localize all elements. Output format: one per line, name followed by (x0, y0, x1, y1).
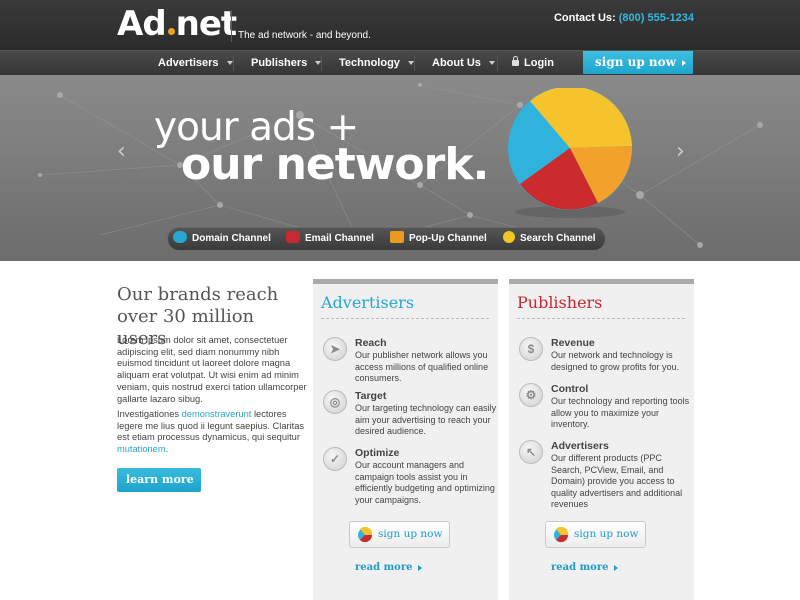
nav-advertisers-label: Advertisers (158, 57, 219, 69)
nav-about-us[interactable]: About Us (432, 51, 495, 75)
email-icon (286, 231, 300, 244)
advertisers-read-more-link[interactable]: read more (355, 562, 423, 573)
logo-text: Ad (117, 4, 167, 44)
nav-about-label: About Us (432, 57, 481, 69)
channel-bar: Domain Channel Email Channel Pop-Up Chan… (167, 227, 606, 251)
feature-body: Our different products (PPC Search, PCVi… (551, 453, 683, 509)
nav-divider (321, 55, 322, 71)
publishers-read-more-link[interactable]: read more (551, 562, 619, 573)
feature-body: Our network and technology is designed t… (551, 350, 680, 372)
feature-body: Our targeting technology can easily aim … (355, 403, 497, 436)
intro-paragraph-2: Investigationes demonstraverunt lectores… (117, 409, 312, 456)
pie-logo-icon (554, 527, 569, 543)
search-icon (503, 231, 515, 244)
logo-dot (167, 28, 175, 35)
advertisers-title: Advertisers (321, 293, 415, 312)
channel-email-label: Email Channel (305, 233, 374, 244)
learn-more-button[interactable]: learn more (117, 468, 201, 507)
nav-technology[interactable]: Technology (339, 51, 414, 75)
pie-graphic (508, 88, 633, 218)
logo-suffix: net (175, 4, 238, 44)
intro-text: Investigationes (117, 409, 182, 419)
feature-body: Our publisher network allows you access … (355, 350, 489, 383)
nav-publishers-label: Publishers (251, 57, 308, 69)
arrow-right-icon (418, 564, 423, 571)
cursor-icon: ↖ (519, 440, 543, 464)
feature-title: Optimize (355, 447, 400, 459)
advertisers-signup-button[interactable]: sign up now (349, 521, 450, 548)
channel-search-label: Search Channel (520, 233, 596, 244)
www-icon (173, 231, 187, 244)
tagline: The ad network - and beyond. (238, 30, 371, 41)
channel-popup-label: Pop-Up Channel (409, 233, 487, 244)
arrow-right-icon (681, 59, 686, 66)
nav-login[interactable]: Login (512, 51, 554, 75)
feature-title: Advertisers (551, 440, 609, 452)
publishers-panel: Publishers $ Revenue Our network and tec… (509, 279, 694, 600)
contact-phone[interactable]: (800) 555-1234 (619, 12, 694, 24)
pie-logo-icon (358, 527, 373, 543)
dollar-icon: $ (519, 337, 543, 361)
intro-paragraph-1: Lorem ipsum dolor sit amet, consectetuer… (117, 335, 307, 404)
contact-info: Contact Us: (800) 555-1234 (554, 12, 694, 24)
publishers-title: Publishers (517, 293, 603, 312)
checkmark-icon: ✓ (323, 447, 347, 471)
channel-email[interactable]: Email Channel (286, 228, 374, 250)
signup-label: sign up now (574, 528, 639, 540)
carousel-prev-arrow[interactable]: ‹ (117, 139, 126, 164)
learn-more-label: learn more (126, 473, 194, 486)
gear-icon: ⚙ (519, 383, 543, 407)
feature-title: Control (551, 383, 589, 395)
nav-divider (497, 55, 498, 71)
signup-label: sign up now (595, 55, 676, 69)
channel-search[interactable]: Search Channel (503, 228, 596, 250)
intro-text: . (165, 444, 169, 455)
nav-divider (414, 55, 415, 71)
contact-label: Contact Us: (553, 12, 616, 24)
feature-body: Our account managers and campaign tools … (355, 460, 495, 505)
arrow-right-icon (614, 564, 619, 571)
arrow-right-icon (132, 501, 136, 507)
hero-headline-line2: our network. (181, 139, 489, 190)
nav-publishers[interactable]: Publishers (251, 51, 322, 75)
logo[interactable]: Ad net (117, 4, 238, 44)
publishers-signup-button[interactable]: sign up now (545, 521, 646, 548)
target-icon: ◎ (323, 390, 347, 414)
top-header: Ad net The ad network - and beyond. Conta… (0, 0, 800, 50)
channel-domain-label: Domain Channel (192, 233, 271, 244)
chevron-down-icon (226, 61, 233, 66)
link-mutationem[interactable]: mutationem (117, 444, 166, 454)
lock-icon (512, 56, 519, 67)
nav-divider (233, 55, 234, 71)
feature-title: Revenue (551, 337, 595, 349)
nav-advertisers[interactable]: Advertisers (158, 51, 233, 75)
logo-divider (231, 10, 232, 42)
popup-icon (390, 231, 404, 244)
compass-icon: ➤ (323, 337, 347, 361)
feature-title: Reach (355, 337, 387, 349)
nav-technology-label: Technology (339, 57, 400, 69)
read-more-label: read more (551, 562, 609, 573)
feature-body: Our technology and reporting tools allow… (551, 396, 690, 429)
feature-title: Target (355, 390, 387, 402)
link-demonstraverunt[interactable]: demonstraverunt (182, 409, 252, 419)
signup-label: sign up now (378, 528, 443, 540)
advertisers-panel: Advertisers ➤ Reach Our publisher networ… (313, 279, 498, 600)
carousel-next-arrow[interactable]: › (676, 139, 685, 164)
read-more-label: read more (355, 562, 413, 573)
channel-domain[interactable]: Domain Channel (173, 228, 271, 250)
divider (517, 318, 685, 319)
signup-button-header[interactable]: sign up now (583, 51, 693, 74)
channel-popup[interactable]: Pop-Up Channel (390, 228, 487, 250)
chevron-down-icon (488, 61, 495, 66)
nav-login-label: Login (524, 57, 554, 69)
divider (321, 318, 489, 319)
